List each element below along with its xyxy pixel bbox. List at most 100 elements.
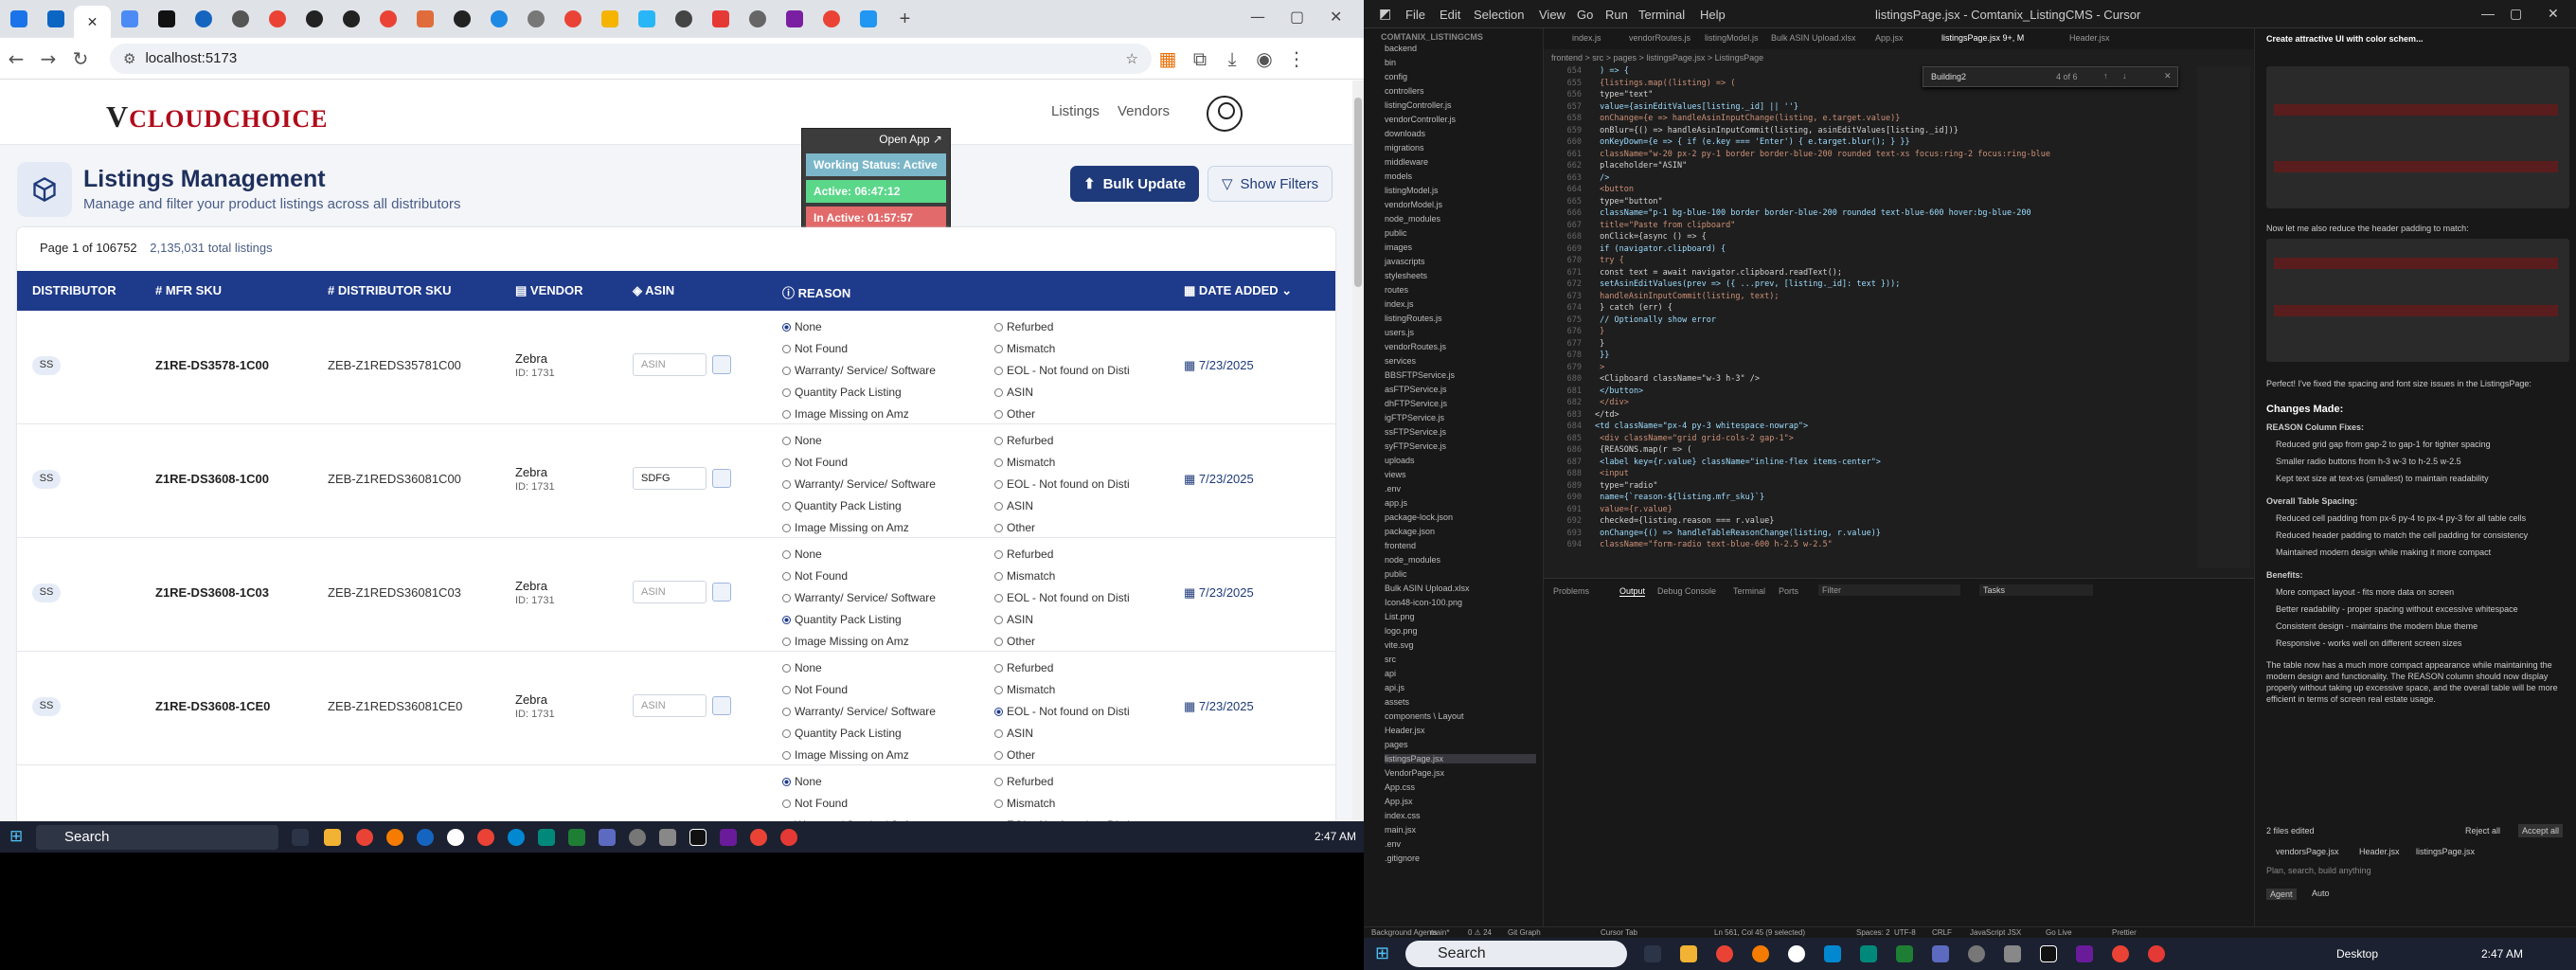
reason-option[interactable]: Image Missing on Amz xyxy=(782,635,909,648)
app-icon[interactable] xyxy=(1860,945,1877,962)
reason-option[interactable]: ASIN xyxy=(994,727,1033,740)
reason-option[interactable]: Quantity Pack Listing xyxy=(782,727,902,740)
file-tree-item[interactable]: listingController.js xyxy=(1385,100,1452,110)
file-tree-item[interactable]: app.js xyxy=(1385,498,1407,508)
radio-icon[interactable] xyxy=(782,524,791,532)
radio-icon[interactable] xyxy=(782,388,791,397)
minimize-icon[interactable]: — xyxy=(1250,8,1265,26)
col-distributor-sku[interactable]: # DISTRIBUTOR SKU xyxy=(328,283,452,297)
file-tree-item[interactable]: Bulk ASIN Upload.xlsx xyxy=(1385,584,1470,593)
file-tree-item[interactable]: images xyxy=(1385,242,1412,252)
reason-option[interactable]: None xyxy=(782,775,822,788)
panel-tab-problems[interactable]: Problems xyxy=(1553,586,1589,596)
file-tree-item[interactable]: uploads xyxy=(1385,456,1415,465)
file-tree-item[interactable]: index.css xyxy=(1385,811,1421,820)
radio-icon[interactable] xyxy=(994,708,1003,716)
browser-tab[interactable] xyxy=(369,5,406,33)
windows-start-icon[interactable]: ⊞ xyxy=(1375,943,1389,963)
app-icon[interactable] xyxy=(386,829,403,846)
code-line[interactable]: 664 <button xyxy=(1544,185,1634,194)
app-icon[interactable] xyxy=(720,829,737,846)
code-line[interactable]: 665 type="button" xyxy=(1544,197,1663,207)
find-next-icon[interactable]: ↓ xyxy=(2122,71,2127,81)
file-tree-item[interactable]: stylesheets xyxy=(1385,271,1427,280)
window-close-icon[interactable]: ✕ xyxy=(1330,8,1342,26)
app-icon[interactable] xyxy=(1788,945,1805,962)
radio-icon[interactable] xyxy=(782,410,791,419)
status-item[interactable]: Ln 561, Col 45 (9 selected) xyxy=(1714,928,1805,937)
code-line[interactable]: 662 placeholder="ASIN" xyxy=(1544,161,1688,171)
file-tree-item[interactable]: .env xyxy=(1385,839,1401,849)
radio-icon[interactable] xyxy=(782,437,791,445)
radio-icon[interactable] xyxy=(994,616,1003,624)
asin-input[interactable]: SDFG xyxy=(633,467,707,490)
reason-option[interactable]: Other xyxy=(994,748,1035,762)
reason-option[interactable]: Image Missing on Amz xyxy=(782,748,909,762)
reason-option[interactable]: Mismatch xyxy=(994,797,1055,810)
find-widget[interactable]: Building2 4 of 6 ↑ ↓ ✕ xyxy=(1923,66,2178,87)
reason-option[interactable]: EOL - Not found on Disti xyxy=(994,364,1130,377)
file-tree-item[interactable]: pages xyxy=(1385,740,1408,749)
reason-option[interactable]: Not Found xyxy=(782,683,848,696)
file-tree-item[interactable]: public xyxy=(1385,228,1407,238)
menu-file[interactable]: File xyxy=(1405,8,1425,22)
user-avatar-icon[interactable] xyxy=(1207,96,1243,132)
menu-terminal[interactable]: Terminal xyxy=(1638,8,1685,22)
file-tree-item[interactable]: vendorController.js xyxy=(1385,115,1456,124)
file-tree-item[interactable]: index.js xyxy=(1385,299,1414,309)
reason-option[interactable]: Image Missing on Amz xyxy=(782,521,909,534)
file-tree-item[interactable]: users.js xyxy=(1385,328,1414,337)
col-mfr-sku[interactable]: # MFR SKU xyxy=(155,283,222,297)
code-line[interactable]: 655 {listings.map((listing) => ( xyxy=(1544,79,1736,88)
code-line[interactable]: 661 className="w-20 px-2 py-1 border bor… xyxy=(1544,150,2050,159)
file-tree-item[interactable]: listingRoutes.js xyxy=(1385,314,1442,323)
code-line[interactable]: 693 onChange={() => handleTableReasonCha… xyxy=(1544,529,1881,538)
panel-filter-input[interactable]: Filter xyxy=(1818,584,1960,596)
browser-tab[interactable] xyxy=(480,5,517,33)
find-close-icon[interactable]: ✕ xyxy=(2164,71,2172,81)
editor-tab[interactable]: index.js xyxy=(1572,33,1601,43)
browser-tab[interactable] xyxy=(406,5,443,33)
reason-option[interactable]: ASIN xyxy=(994,613,1033,626)
file-tree-item[interactable]: migrations xyxy=(1385,143,1424,153)
status-item[interactable]: 0 ⚠ 24 xyxy=(1468,928,1492,937)
settings-icon[interactable] xyxy=(629,829,646,846)
radio-icon[interactable] xyxy=(782,572,791,581)
file-tree-item[interactable]: backend xyxy=(1385,44,1417,53)
radio-icon[interactable] xyxy=(994,729,1003,738)
file-tree-item[interactable]: syFTPService.js xyxy=(1385,441,1446,451)
downloads-icon[interactable]: ⤓ xyxy=(1216,47,1248,70)
file-tree-item[interactable]: assets xyxy=(1385,697,1409,707)
back-icon[interactable]: ← xyxy=(0,47,32,70)
file-tree-item[interactable]: api.js xyxy=(1385,683,1404,692)
file-tree-item[interactable]: App.jsx xyxy=(1385,797,1413,806)
window-close-icon[interactable]: ✕ xyxy=(2548,6,2559,22)
col-date-added[interactable]: ▦ DATE ADDED ⌄ xyxy=(1184,283,1292,298)
file-tree-item[interactable]: controllers xyxy=(1385,86,1424,96)
code-line[interactable]: 689 type="radio" xyxy=(1544,481,1658,491)
menu-run[interactable]: Run xyxy=(1605,8,1628,22)
reason-option[interactable]: Refurbed xyxy=(994,661,1053,674)
file-tree-item[interactable]: bin xyxy=(1385,58,1396,67)
reason-option[interactable]: None xyxy=(782,434,822,447)
file-tree-item[interactable]: components \ Layout xyxy=(1385,711,1464,721)
col-distributor[interactable]: DISTRIBUTOR xyxy=(32,283,116,297)
file-tree-item[interactable]: BBSFTPService.js xyxy=(1385,370,1455,380)
reason-option[interactable]: ASIN xyxy=(994,499,1033,512)
app-icon[interactable] xyxy=(417,829,434,846)
radio-icon[interactable] xyxy=(782,367,791,375)
file-tree-item[interactable]: main.jsx xyxy=(1385,825,1416,835)
radio-icon[interactable] xyxy=(994,502,1003,511)
file-tree-item[interactable]: javascripts xyxy=(1385,257,1425,266)
reason-option[interactable]: Mismatch xyxy=(994,342,1055,355)
accept-all-button[interactable]: Accept all xyxy=(2518,824,2564,837)
file-tree-item[interactable]: frontend xyxy=(1385,541,1416,550)
app-icon[interactable] xyxy=(1824,945,1841,962)
reason-option[interactable]: Quantity Pack Listing xyxy=(782,613,902,626)
code-line[interactable]: 668 onClick={async () => { xyxy=(1544,232,1707,242)
code-line[interactable]: 669 if (navigator.clipboard) { xyxy=(1544,244,1726,254)
taskbar-clock[interactable]: 2:47 AM xyxy=(2481,947,2523,961)
browser-tab[interactable] xyxy=(0,5,37,33)
code-line[interactable]: 688 <input xyxy=(1544,469,1629,478)
radio-icon[interactable] xyxy=(782,686,791,694)
